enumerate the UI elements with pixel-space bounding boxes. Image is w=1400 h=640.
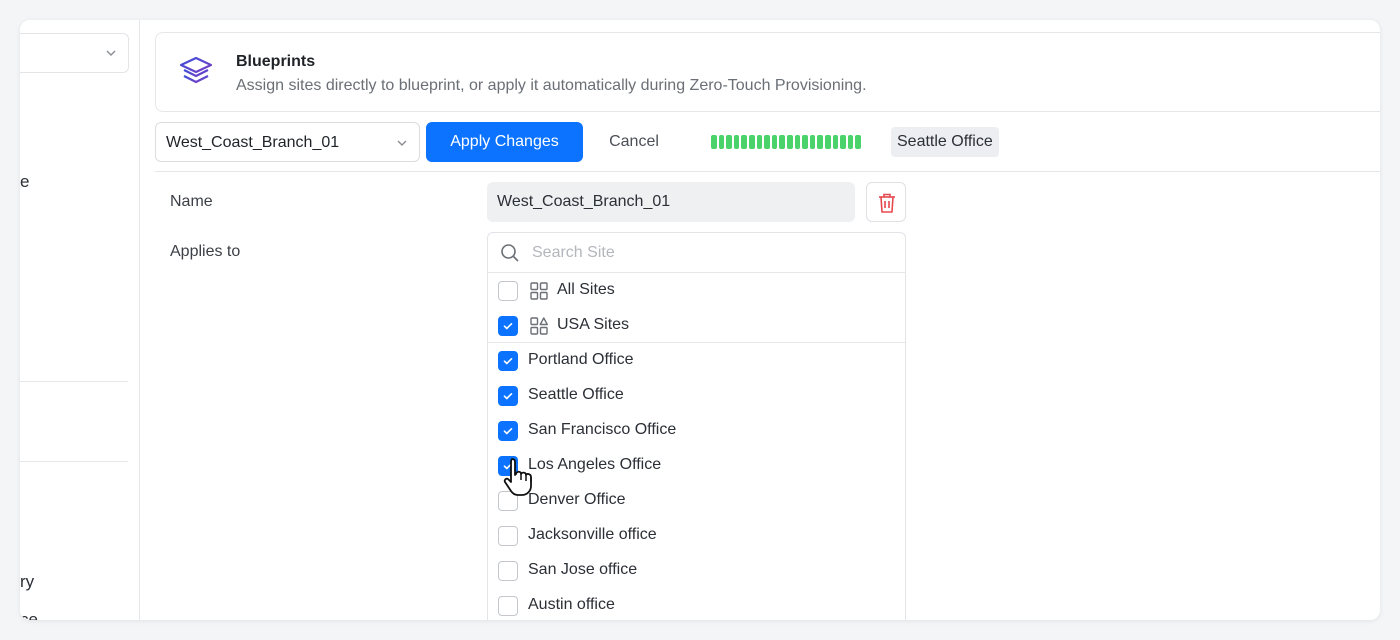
site-label: Portland Office [528, 351, 634, 368]
site-group-row[interactable]: All Sites [488, 273, 905, 308]
checkmark-icon [503, 393, 513, 400]
blueprints-header: Blueprints Assign sites directly to blue… [155, 32, 1380, 112]
site-search [488, 233, 905, 273]
checkbox[interactable] [498, 561, 518, 581]
checkmark-icon [503, 323, 513, 330]
app-window: e ry ce Blueprints Assign sites directly… [20, 20, 1380, 620]
chevron-down-icon [106, 50, 116, 56]
progress-segment [764, 135, 770, 149]
progress-segment [786, 135, 793, 149]
site-label: USA Sites [557, 316, 630, 333]
shapes-grid-icon [530, 317, 548, 335]
sidebar-select[interactable] [20, 33, 129, 73]
progress-bar [711, 135, 861, 149]
grid-icon [530, 282, 548, 300]
progress-segment [855, 135, 861, 149]
site-chip[interactable]: Seattle Office [891, 127, 999, 157]
site-group-row[interactable]: USA Sites [488, 308, 905, 343]
progress-segment [847, 135, 854, 149]
grid-icon [529, 281, 549, 301]
name-label: Name [170, 193, 213, 210]
name-field[interactable] [487, 182, 855, 222]
sidebar-item-label[interactable]: ce [20, 610, 38, 620]
divider [155, 171, 1380, 172]
progress-segment [733, 135, 740, 149]
site-label: San Francisco Office [528, 421, 677, 438]
checkbox[interactable] [498, 596, 518, 616]
chevron-down-icon [397, 140, 407, 146]
site-row[interactable]: Jacksonville office [488, 518, 905, 553]
progress-segment [748, 135, 755, 149]
progress-segment [771, 135, 778, 149]
cancel-button[interactable]: Cancel [593, 122, 675, 162]
site-row[interactable]: San Francisco Office [488, 413, 905, 448]
trash-icon [879, 193, 895, 213]
sidebar: e ry ce [20, 20, 140, 620]
checkbox[interactable] [498, 526, 518, 546]
blueprint-select[interactable]: West_Coast_Branch_01 [155, 122, 420, 162]
search-input[interactable] [532, 241, 892, 265]
divider [488, 342, 905, 343]
progress-segment [741, 135, 747, 149]
progress-segment [718, 135, 725, 149]
site-row[interactable]: Austin office [488, 588, 905, 620]
progress-segment [779, 135, 785, 149]
site-row[interactable]: Los Angeles Office [488, 448, 905, 483]
site-row[interactable]: San Jose office [488, 553, 905, 588]
sidebar-divider [20, 381, 128, 382]
checkmark-icon [503, 358, 513, 365]
page-subtitle: Assign sites directly to blueprint, or a… [236, 77, 867, 94]
progress-segment [840, 135, 846, 149]
checkbox[interactable] [498, 421, 518, 441]
site-row[interactable]: Portland Office [488, 343, 905, 378]
site-label: Jacksonville office [528, 526, 657, 543]
site-label: Los Angeles Office [528, 456, 662, 473]
progress-segment [817, 135, 823, 149]
checkbox[interactable] [498, 386, 518, 406]
checkbox[interactable] [498, 316, 518, 336]
site-label: Austin office [528, 596, 615, 613]
blueprint-select-value: West_Coast_Branch_01 [166, 134, 340, 151]
site-row[interactable]: Denver Office [488, 483, 905, 518]
page-title: Blueprints [236, 53, 316, 70]
progress-segment [711, 135, 717, 149]
sidebar-item-label[interactable]: ry [20, 572, 34, 592]
checkbox[interactable] [498, 281, 518, 301]
delete-button[interactable] [866, 182, 906, 222]
progress-segment [726, 135, 732, 149]
site-picker: All Sites USA Sites Portland Office Seattle… [487, 232, 906, 620]
search-icon [501, 244, 519, 262]
site-row[interactable]: Seattle Office [488, 378, 905, 413]
site-label: Seattle Office [528, 386, 624, 403]
progress-segment [832, 135, 839, 149]
sidebar-divider [20, 461, 128, 462]
site-label: All Sites [557, 281, 615, 298]
progress-segment [802, 135, 808, 149]
layers-icon [179, 56, 213, 84]
checkbox[interactable] [498, 351, 518, 371]
sidebar-item-label[interactable]: e [20, 172, 29, 192]
progress-segment [824, 135, 831, 149]
checkmark-icon [503, 428, 513, 435]
progress-segment [756, 135, 763, 149]
applies-to-label: Applies to [170, 243, 241, 260]
shapes-grid-icon [529, 316, 549, 336]
site-label: San Jose office [528, 561, 638, 578]
apply-changes-button[interactable]: Apply Changes [426, 122, 583, 162]
hand-pointer-icon [503, 458, 532, 496]
progress-segment [794, 135, 801, 149]
progress-segment [809, 135, 816, 149]
